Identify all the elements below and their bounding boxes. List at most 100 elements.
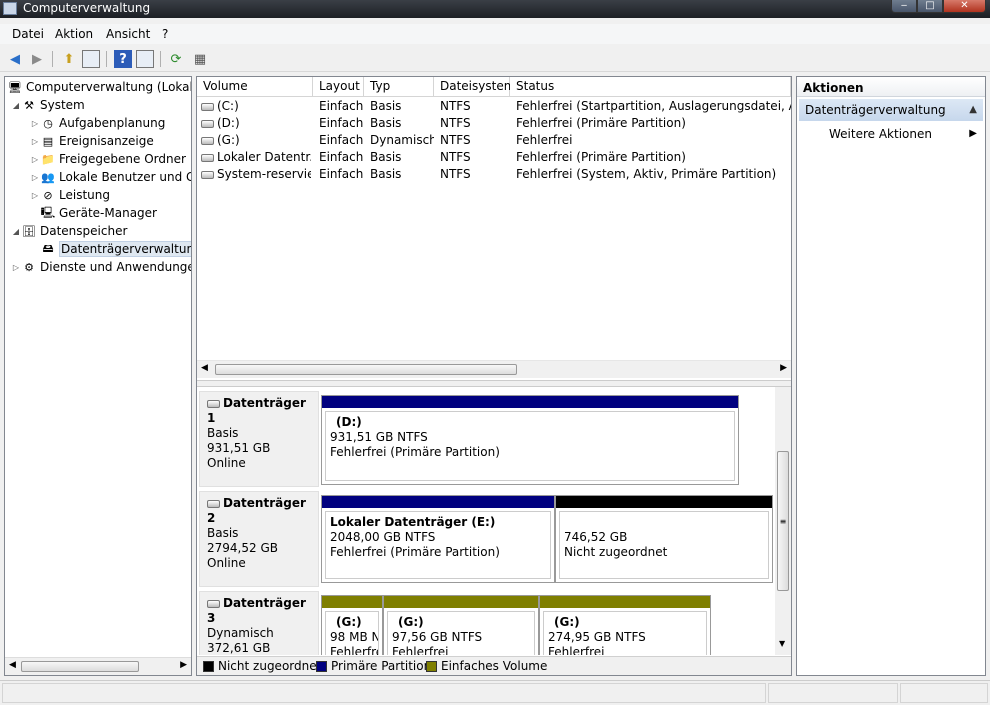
volume-cell-layout: Einfach <box>319 99 365 113</box>
volume-icon <box>201 119 214 128</box>
scroll-right-icon[interactable]: ▶ <box>180 660 187 670</box>
menu-help[interactable]: ? <box>162 27 168 41</box>
computer-icon: 🖥 <box>8 80 22 94</box>
column-dateisystem[interactable]: Dateisystem <box>434 77 515 97</box>
close-button[interactable]: ✕ <box>943 0 986 13</box>
column-status[interactable]: Status <box>510 77 791 97</box>
pane-splitter[interactable] <box>197 380 791 387</box>
tree-system[interactable]: ◢ ⚒ System <box>11 96 85 114</box>
menu-datei[interactable]: Datei <box>12 27 44 41</box>
scroll-left-icon[interactable]: ◀ <box>9 660 16 670</box>
help-icon[interactable]: ? <box>114 50 132 68</box>
volume-g-1[interactable]: (G:) 98 MB N Fehlerfrei <box>321 595 383 655</box>
arrow-up-icon[interactable]: ⬆ <box>60 50 78 68</box>
volume-volume-text: (C:) <box>217 99 239 113</box>
column-volume[interactable]: Volume <box>197 77 313 97</box>
volume-status-text: Fehlerfrei (Startpartition, Auslagerungs… <box>516 99 791 113</box>
volume-row[interactable]: Lokaler Datentr... Einfach Basis NTFS Fehler… <box>197 149 791 166</box>
status-bar <box>0 680 990 705</box>
simple-volume-bar <box>540 596 710 608</box>
forward-arrow-icon[interactable]: ▶ <box>28 50 46 68</box>
legend-primary: Primäre Partition <box>331 659 432 673</box>
partition-e[interactable]: Lokaler Datenträger (E:) 2048,00 GB NTFS… <box>321 495 555 583</box>
expand-icon[interactable]: ▷ <box>30 173 40 182</box>
unallocated-bar <box>556 496 772 508</box>
minimize-button[interactable]: ‒ <box>891 0 917 13</box>
volume-volume-text: System-reserviert <box>217 167 311 181</box>
expand-icon[interactable]: ▷ <box>30 137 40 146</box>
tree-dienste[interactable]: ▷ ⚙ Dienste und Anwendungen <box>11 258 191 276</box>
volume-status-text: Fehlerfrei (Primäre Partition) <box>516 150 686 164</box>
actions-section-datentraegerverwaltung[interactable]: Datenträgerverwaltung ▲ <box>799 99 983 121</box>
column-layout[interactable]: Layout <box>313 77 364 97</box>
tree-item-lokale-benutzer[interactable]: ▷ 👥 Lokale Benutzer und Gruppen <box>30 168 191 186</box>
back-arrow-icon[interactable]: ◀ <box>6 50 24 68</box>
menu-ansicht[interactable]: Ansicht <box>106 27 150 41</box>
shared-folder-icon: 📁 <box>41 152 55 166</box>
weitere-aktionen[interactable]: Weitere Aktionen <box>829 127 932 141</box>
services-icon: ⚙ <box>24 260 34 274</box>
volume-cell-volume: Lokaler Datentr... <box>201 150 311 164</box>
disk-1-label[interactable]: Datenträger 1 Basis 931,51 GB Online <box>199 391 319 487</box>
volume-fs-text: NTFS <box>440 167 471 181</box>
action-pane-icon[interactable] <box>136 50 154 68</box>
tree-item-geraete-manager[interactable]: 🖳 Geräte-Manager <box>40 204 157 222</box>
volume-row[interactable]: System-reserviert Einfach Basis NTFS Fehlerf… <box>197 166 791 183</box>
menu-aktion[interactable]: Aktion <box>55 27 93 41</box>
tree-item-freigegebene-ordner[interactable]: ▷ 📁 Freigegebene Ordner <box>30 150 186 168</box>
volume-fs-text: NTFS <box>440 99 471 113</box>
volume-cell-layout: Einfach <box>319 133 365 147</box>
volume-cell-type: Basis <box>370 167 434 181</box>
tree-item-datentraegerverwaltung[interactable]: 🖴 Datenträgerverwaltung <box>40 240 191 258</box>
tree-datenspeicher[interactable]: ◢ 🗄 Datenspeicher <box>11 222 127 240</box>
volume-icon <box>201 136 214 145</box>
expand-icon[interactable]: ▷ <box>11 263 21 272</box>
list-horizontal-scrollbar[interactable]: ◀ ▶ <box>197 360 791 378</box>
tree-item-leistung[interactable]: ▷ ⊘ Leistung <box>30 186 110 204</box>
scroll-thumb[interactable] <box>215 364 517 375</box>
scroll-thumb[interactable]: ≡ <box>777 451 789 591</box>
collapse-icon[interactable]: ◢ <box>11 227 21 236</box>
disk-2-label[interactable]: Datenträger 2 Basis 2794,52 GB Online <box>199 491 319 587</box>
scroll-left-icon[interactable]: ◀ <box>201 363 208 373</box>
simple-volume-bar <box>322 596 382 608</box>
console-tree-icon[interactable] <box>82 50 100 68</box>
tree-horizontal-scrollbar[interactable]: ◀ ▶ <box>5 657 191 675</box>
volume-row[interactable]: (D:) Einfach Basis NTFS Fehlerfrei (Primäre … <box>197 115 791 132</box>
volume-row[interactable]: (C:) Einfach Basis NTFS Fehlerfrei (Startpar… <box>197 98 791 115</box>
partition-d[interactable]: (D:) 931,51 GB NTFS Fehlerfrei (Primäre … <box>321 395 739 485</box>
expand-icon[interactable]: ▷ <box>30 119 40 128</box>
tree-item-ereignisanzeige[interactable]: ▷ ▤ Ereignisanzeige <box>30 132 154 150</box>
expand-icon[interactable]: ▷ <box>30 191 40 200</box>
disk-icon <box>207 499 220 508</box>
legend-simple: Einfaches Volume <box>441 659 548 673</box>
volume-cell-volume: (G:) <box>201 133 311 147</box>
volume-cell-fs: NTFS <box>440 99 510 113</box>
volume-row[interactable]: (G:) Einfach Dynamisch NTFS Fehlerfrei <box>197 132 791 149</box>
expand-icon[interactable]: ▷ <box>30 155 40 164</box>
collapse-up-icon[interactable]: ▲ <box>969 104 977 115</box>
column-typ[interactable]: Typ <box>364 77 434 97</box>
volume-cell-status: Fehlerfrei (Primäre Partition) <box>516 116 791 130</box>
scroll-thumb[interactable] <box>21 661 139 672</box>
volume-g-3[interactable]: (G:) 274,95 GB NTFS Fehlerfrei <box>539 595 711 655</box>
maximize-button[interactable]: □ <box>917 0 943 13</box>
refresh-icon[interactable]: ⟳ <box>167 50 185 68</box>
volume-cell-layout: Einfach <box>319 150 365 164</box>
volume-fs-text: NTFS <box>440 133 471 147</box>
unallocated-space[interactable]: 746,52 GB Nicht zugeordnet <box>555 495 773 583</box>
tools-icon: ⚒ <box>24 98 34 112</box>
scroll-down-icon[interactable]: ▼ <box>779 639 785 648</box>
volume-cell-type: Basis <box>370 150 434 164</box>
volume-icon <box>201 153 214 162</box>
disk-3-label[interactable]: Datenträger 3 Dynamisch 372,61 GB Online <box>199 591 319 655</box>
collapse-icon[interactable]: ◢ <box>11 101 21 110</box>
tree-root[interactable]: 🖥 Computerverwaltung (Lokal) <box>7 78 191 96</box>
tree-item-aufgabenplanung[interactable]: ▷ ◷ Aufgabenplanung <box>30 114 165 132</box>
properties-icon[interactable]: ▦ <box>191 50 209 68</box>
scroll-right-icon[interactable]: ▶ <box>780 363 787 373</box>
volume-type-text: Basis <box>370 167 402 181</box>
volume-g-2[interactable]: (G:) 97,56 GB NTFS Fehlerfrei <box>383 595 539 655</box>
disk-map-vertical-scrollbar[interactable]: ≡ ▼ <box>775 387 791 655</box>
toolbar: ◀ ▶ ⬆ ? ⟳ ▦ <box>0 46 990 72</box>
